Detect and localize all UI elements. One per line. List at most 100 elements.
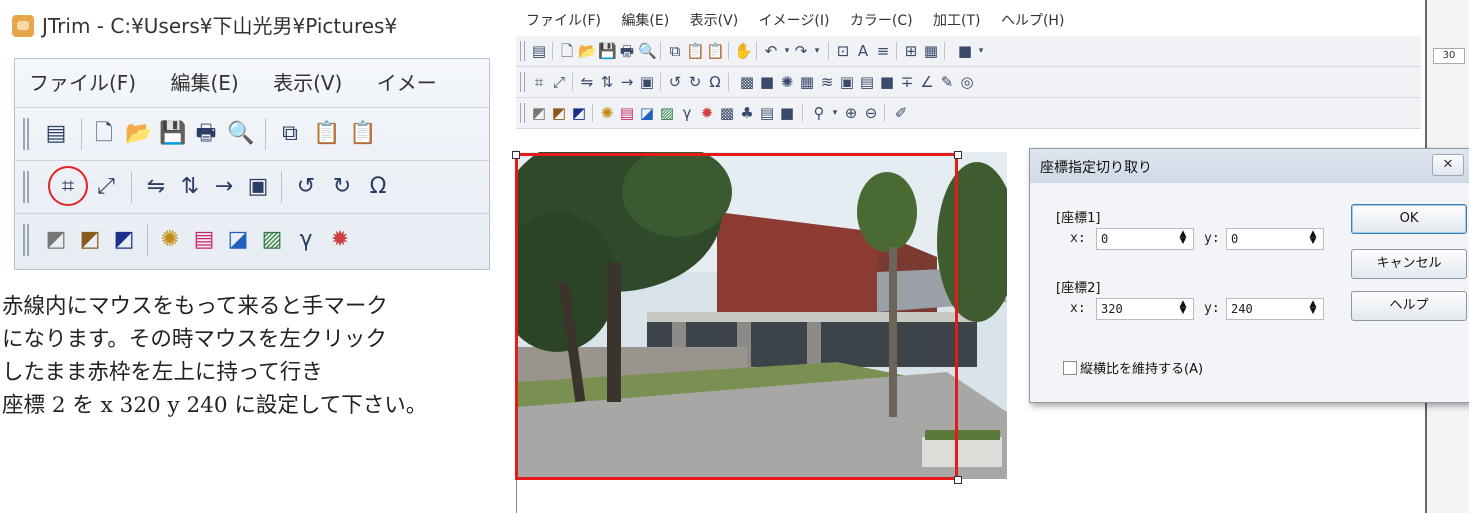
rotate-90-right-icon[interactable]: ↻ [329, 174, 355, 200]
toolbar-grip[interactable] [520, 103, 525, 123]
selection-handle[interactable] [954, 476, 962, 484]
open-folder-icon[interactable]: 📂 [125, 121, 152, 147]
fill-icon[interactable]: ■ [778, 104, 796, 122]
x2-spinner[interactable]: 320 ▲ ▼ [1096, 298, 1194, 320]
filter-8-icon[interactable]: ■ [878, 73, 896, 91]
y2-spinner[interactable]: 240 ▲ ▼ [1226, 298, 1324, 320]
sepia-icon[interactable]: ◩ [550, 104, 568, 122]
noise-icon[interactable]: ▩ [718, 104, 736, 122]
menu-view[interactable]: 表示(V) [690, 13, 739, 29]
rotate-free-icon[interactable]: Ω [365, 174, 391, 200]
filmstrip-icon[interactable]: ▦ [922, 42, 940, 60]
eyedropper-icon[interactable]: ✐ [892, 104, 910, 122]
grayscale-icon[interactable]: ◩ [530, 104, 548, 122]
flip-horizontal-icon[interactable]: ⇋ [143, 174, 169, 200]
flip-vertical-icon[interactable]: ⇅ [177, 174, 203, 200]
menu-edit[interactable]: 編集(E) [621, 13, 669, 29]
color-balance-icon[interactable]: ▤ [618, 104, 636, 122]
y1-spinner[interactable]: 0 ▲ ▼ [1226, 228, 1324, 250]
menu-color[interactable]: カラー(C) [850, 13, 913, 29]
help-button[interactable]: ヘルプ [1351, 291, 1467, 321]
menu-file[interactable]: ファイル(F) [526, 13, 601, 29]
paste-icon[interactable]: 📋 [686, 42, 705, 60]
menu-image[interactable]: イメージ(I) [759, 13, 830, 29]
toolbar-grip[interactable] [23, 171, 29, 203]
paste-icon[interactable]: 📋 [313, 121, 340, 147]
selection-handle[interactable] [512, 151, 520, 159]
flip-vertical-icon[interactable]: ⇅ [598, 73, 616, 91]
toolbar-grip[interactable] [23, 224, 29, 256]
mosaic-icon[interactable]: ♣ [738, 104, 756, 122]
gamma-icon[interactable]: γ [293, 227, 319, 253]
crop-icon[interactable]: ⌗ [530, 73, 548, 91]
resize-icon[interactable]: ⤢ [550, 73, 568, 91]
new-file-icon[interactable]: 🗋 [558, 42, 576, 60]
paste-new-icon[interactable]: 📋 [349, 121, 376, 147]
filter-3-icon[interactable]: ✺ [778, 73, 796, 91]
menu-file[interactable]: ファイル(F) [29, 71, 136, 95]
frame-icon[interactable]: ▣ [638, 73, 656, 91]
print-preview-icon[interactable]: 🔍 [638, 42, 657, 60]
spinner-arrows-icon[interactable]: ▲ ▼ [1177, 300, 1189, 316]
paste-new-icon[interactable]: 📋 [706, 42, 725, 60]
trim-icon[interactable]: → [211, 174, 237, 200]
color-wheel-icon[interactable]: ✹ [698, 104, 716, 122]
zoom-out-icon[interactable]: ⊖ [862, 104, 880, 122]
contrast-icon[interactable]: ◪ [638, 104, 656, 122]
negative-icon[interactable]: ◩ [111, 227, 137, 253]
menu-image[interactable]: イメー [377, 71, 437, 95]
menu-edit[interactable]: 編集(E) [170, 71, 238, 95]
menu-process[interactable]: 加工(T) [933, 13, 980, 29]
fit-window-icon[interactable]: ⊡ [834, 42, 852, 60]
frame-icon[interactable]: ▣ [245, 174, 271, 200]
filter-1-icon[interactable]: ▩ [738, 73, 756, 91]
rotate-90-left-icon[interactable]: ↺ [293, 174, 319, 200]
crop-icon[interactable]: ⌗ [55, 174, 81, 200]
crop-selection-rectangle[interactable] [515, 153, 958, 480]
menu-help[interactable]: ヘルプ(H) [1001, 13, 1064, 29]
rotate-90-right-icon[interactable]: ↻ [686, 73, 704, 91]
toolbar-grip[interactable] [520, 41, 525, 61]
resize-icon[interactable]: ⤢ [93, 174, 119, 200]
grayscale-icon[interactable]: ◩ [43, 227, 69, 253]
filter-2-icon[interactable]: ■ [758, 73, 776, 91]
spinner-arrows-icon[interactable]: ▲ ▼ [1177, 230, 1189, 246]
keep-ratio-label[interactable]: 縦横比を維持する(A) [1080, 358, 1203, 377]
close-icon[interactable]: ✕ [1432, 154, 1464, 176]
color-wheel-icon[interactable]: ✹ [327, 227, 353, 253]
new-file-icon[interactable]: 🗋 [91, 121, 117, 147]
filter-5-icon[interactable]: ≋ [818, 73, 836, 91]
menu-view[interactable]: 表示(V) [273, 71, 342, 95]
keep-ratio-checkbox[interactable] [1063, 361, 1077, 375]
text-icon[interactable]: A [854, 42, 872, 60]
rotate-free-icon[interactable]: Ω [706, 73, 724, 91]
selection-handle[interactable] [954, 151, 962, 159]
toolbar-grip[interactable] [520, 72, 525, 92]
align-icon[interactable]: ≡ [874, 42, 892, 60]
swirl-icon[interactable]: ◎ [958, 73, 976, 91]
open-folder-icon[interactable]: 📂 [578, 42, 597, 60]
print-icon[interactable]: 🖶 [193, 121, 219, 147]
image-adjust-icon[interactable]: ▨ [259, 227, 285, 253]
filter-6-icon[interactable]: ▣ [838, 73, 856, 91]
ok-button[interactable]: OK [1351, 204, 1467, 234]
draw-line-icon[interactable]: ∠ [918, 73, 936, 91]
x1-spinner[interactable]: 0 ▲ ▼ [1096, 228, 1194, 250]
print-icon[interactable]: 🖶 [618, 42, 636, 60]
document-properties-icon[interactable]: ▤ [43, 121, 69, 147]
rotate-90-left-icon[interactable]: ↺ [666, 73, 684, 91]
save-icon[interactable]: 💾 [159, 121, 186, 147]
paint-icon[interactable]: ✎ [938, 73, 956, 91]
filter-4-icon[interactable]: ▦ [798, 73, 816, 91]
copy-icon[interactable]: ⧉ [666, 42, 684, 60]
color-balance-icon[interactable]: ▤ [191, 227, 217, 253]
brightness-icon[interactable]: ✺ [598, 104, 616, 122]
capture-icon[interactable]: ✋ [734, 42, 753, 60]
cancel-button[interactable]: キャンセル [1351, 249, 1467, 279]
toolbar-grip[interactable] [23, 118, 29, 150]
image-adjust-icon[interactable]: ▨ [658, 104, 676, 122]
spinner-arrows-icon[interactable]: ▲ ▼ [1307, 230, 1319, 246]
flip-horizontal-icon[interactable]: ⇋ [578, 73, 596, 91]
trim-icon[interactable]: → [618, 73, 636, 91]
copy-icon[interactable]: ⧉ [277, 121, 303, 147]
